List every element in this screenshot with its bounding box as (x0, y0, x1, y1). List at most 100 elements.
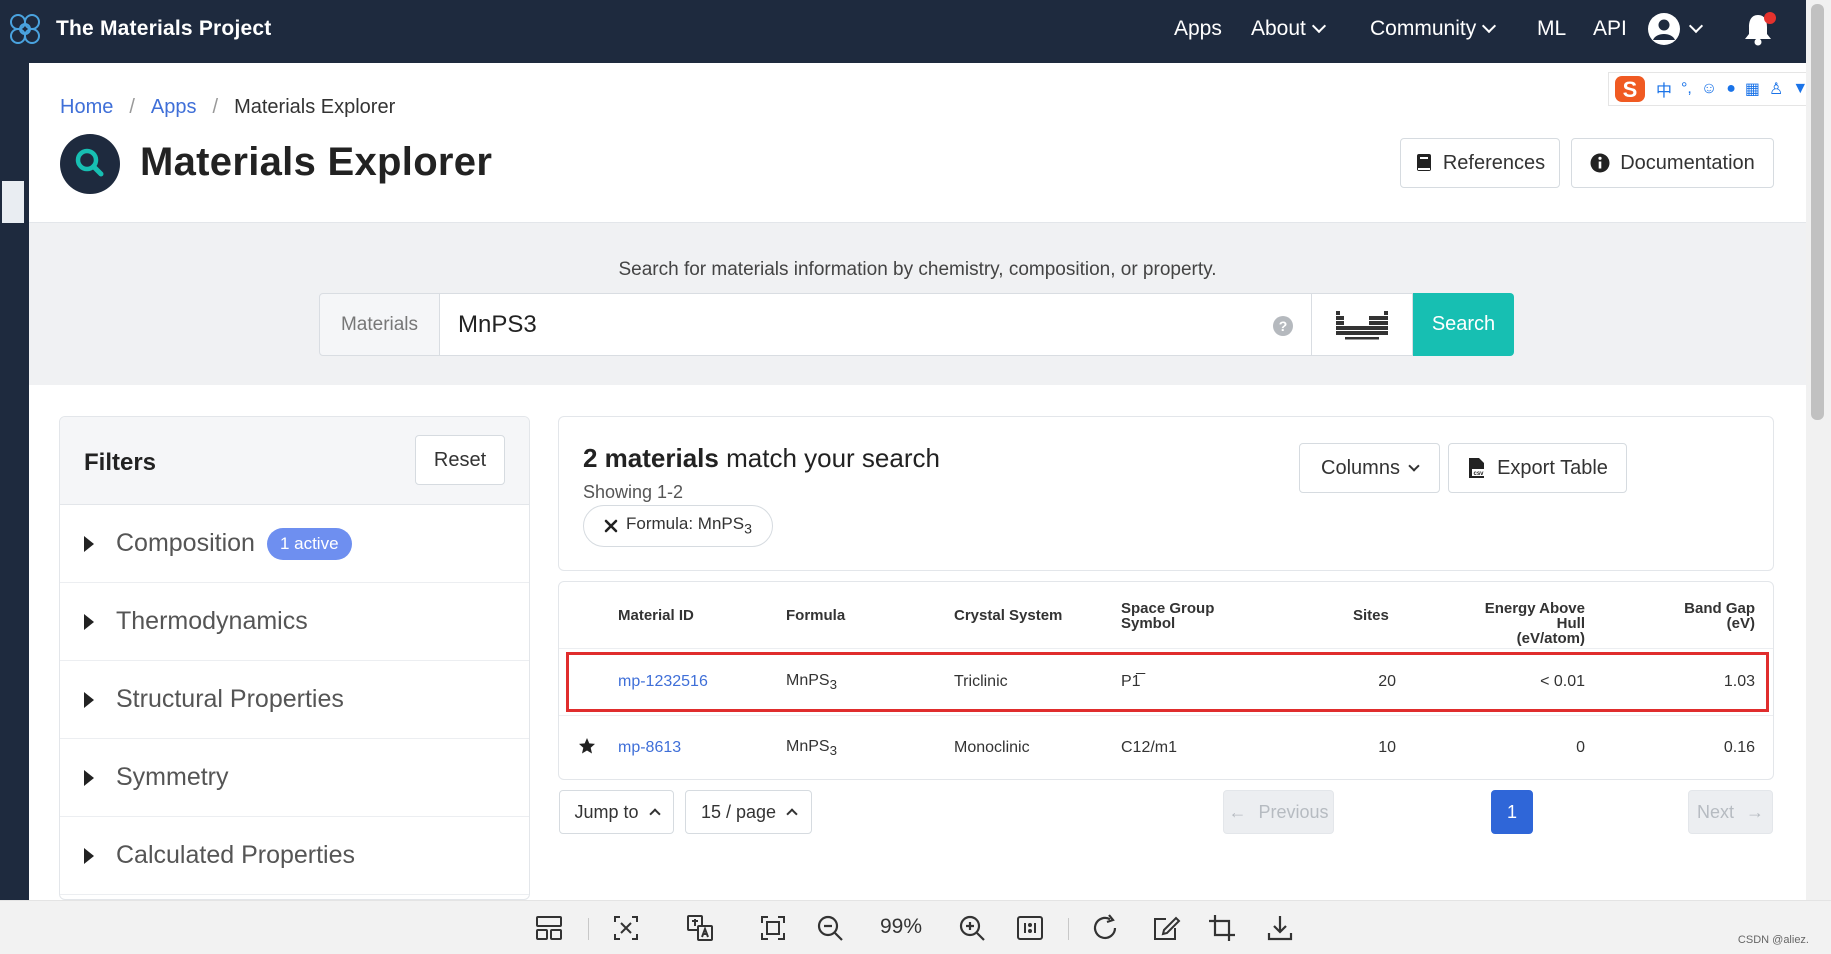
notification-dot (1764, 12, 1776, 24)
row-divider (559, 648, 1773, 649)
zoom-level: 99% (880, 915, 923, 938)
space-group-cell: C12/m1 (1121, 739, 1178, 756)
formula-filter-chip[interactable]: Formula: MnPS3 (583, 505, 773, 547)
nav-link-apps[interactable]: Apps (1174, 17, 1222, 41)
caret-right-icon (84, 613, 94, 630)
crop-icon[interactable] (1207, 913, 1237, 943)
col-crystal-system[interactable]: Crystal System (954, 608, 1062, 623)
search-input[interactable]: MnPS3 ? (440, 293, 1312, 356)
jump-to-dropdown[interactable]: Jump to (559, 790, 674, 834)
arrow-left-icon: ← (1228, 801, 1247, 822)
zoom-out-icon[interactable] (815, 913, 845, 943)
col-sites[interactable]: Sites (1353, 608, 1389, 623)
filter-calculated-properties[interactable]: Calculated Properties (60, 817, 529, 895)
arrow-right-icon: → (1746, 801, 1764, 822)
export-table-button[interactable]: csv Export Table (1448, 443, 1627, 493)
material-id-link[interactable]: mp-8613 (618, 739, 681, 757)
nav-link-ml[interactable]: ML (1537, 17, 1566, 41)
ime-punct[interactable]: °, (1681, 80, 1692, 98)
references-button[interactable]: References (1400, 138, 1560, 188)
caret-right-icon (84, 847, 94, 864)
filters-panel: Filters Reset Composition 1 active Therm… (59, 416, 530, 900)
ime-mode[interactable]: 中 (1656, 77, 1672, 101)
crystal-system-cell: Monoclinic (954, 739, 1030, 756)
zoom-in-icon[interactable] (957, 913, 987, 943)
thumbnails-icon[interactable] (534, 913, 564, 943)
star-icon[interactable] (578, 737, 596, 755)
download-icon[interactable] (1265, 913, 1295, 943)
notification-bell[interactable] (1742, 12, 1776, 48)
breadcrumb-apps[interactable]: Apps (151, 96, 197, 119)
close-icon[interactable] (604, 519, 618, 533)
microphone-icon[interactable]: ● (1726, 80, 1736, 98)
search-button[interactable]: Search (1413, 293, 1514, 356)
brand[interactable]: The Materials Project (6, 10, 271, 48)
scrollbar-thumb[interactable] (1811, 4, 1824, 420)
atom-logo-icon (10, 14, 40, 44)
reset-button[interactable]: Reset (415, 435, 505, 485)
user-icon[interactable]: ♙ (1769, 79, 1783, 99)
col-space-group[interactable]: Space Group Symbol (1121, 601, 1214, 631)
band-gap-cell: 0.16 (1723, 739, 1755, 756)
fit-screen-icon[interactable] (758, 913, 788, 943)
svg-text:csv: csv (1474, 471, 1485, 477)
toolbar-divider (1068, 918, 1069, 940)
emoji-icon[interactable]: ☺ (1701, 80, 1717, 98)
nav-link-api[interactable]: API (1593, 17, 1627, 41)
search-icon (75, 148, 104, 177)
results-table: Material ID Formula Crystal System Space… (558, 581, 1774, 780)
formula-cell: MnPS3 (786, 738, 837, 759)
filter-composition[interactable]: Composition 1 active (60, 505, 529, 583)
sogou-logo-icon: S (1615, 76, 1645, 102)
edit-icon[interactable] (1151, 913, 1181, 943)
chevron-down-icon (1408, 460, 1420, 472)
next-page-button[interactable]: Next → (1688, 790, 1773, 834)
search-input-value: MnPS3 (458, 310, 537, 338)
info-icon (1590, 153, 1610, 173)
chevron-down-icon (1311, 18, 1326, 34)
user-menu[interactable] (1647, 12, 1704, 46)
periodic-table-button[interactable] (1312, 293, 1413, 356)
chevron-down-icon (1482, 18, 1497, 34)
translate-icon[interactable] (685, 913, 715, 943)
vertical-scrollbar[interactable] (1806, 0, 1831, 900)
filter-symmetry[interactable]: Symmetry (60, 739, 529, 817)
caret-right-icon (84, 769, 94, 786)
toolbar-divider (588, 918, 589, 940)
documentation-button[interactable]: Documentation (1571, 138, 1774, 188)
help-icon[interactable]: ? (1273, 316, 1293, 336)
nav-link-about[interactable]: About (1251, 17, 1326, 41)
col-material-id[interactable]: Material ID (618, 608, 694, 623)
nav-link-community[interactable]: Community (1370, 17, 1497, 41)
periodic-table-icon (1336, 310, 1388, 339)
actual-size-icon[interactable] (1015, 913, 1045, 943)
energy-above-hull-cell: 0 (1576, 739, 1585, 756)
rotate-icon[interactable] (1091, 913, 1121, 943)
brand-name: The Materials Project (56, 17, 272, 40)
image-viewer-toolbar: 99% CSDN @aliez. (0, 900, 1831, 954)
showing-range: Showing 1-2 (583, 482, 684, 502)
ime-toolbar[interactable]: S 中 °, ☺ ● ▦ ♙ ▼ (1608, 72, 1831, 106)
caret-right-icon (84, 535, 94, 552)
col-energy-above-hull[interactable]: Energy Above Hull (eV/atom) (1455, 601, 1585, 646)
page-size-dropdown[interactable]: 15 / page (685, 790, 812, 834)
filter-structural-properties[interactable]: Structural Properties (60, 661, 529, 739)
keyboard-icon[interactable]: ▦ (1745, 79, 1760, 99)
breadcrumb-home[interactable]: Home (60, 96, 113, 119)
col-formula[interactable]: Formula (786, 608, 845, 623)
breadcrumb: Home / Apps / Materials Explorer (60, 96, 396, 119)
csv-file-icon: csv (1469, 458, 1486, 478)
left-side-strip (0, 63, 29, 900)
filters-title: Filters (84, 449, 157, 476)
page-number-button[interactable]: 1 (1491, 790, 1533, 834)
previous-page-button[interactable]: ← Previous (1223, 790, 1334, 834)
book-icon (1416, 154, 1431, 171)
columns-dropdown[interactable]: Columns (1299, 443, 1440, 493)
breadcrumb-current: Materials Explorer (234, 96, 396, 118)
filter-thermodynamics[interactable]: Thermodynamics (60, 583, 529, 661)
chevron-down-icon (1688, 18, 1704, 34)
page-title: Materials Explorer (140, 140, 493, 184)
col-band-gap[interactable]: Band Gap (eV) (1649, 601, 1755, 631)
highlight-box (566, 652, 1769, 712)
smart-crop-icon[interactable] (611, 913, 641, 943)
